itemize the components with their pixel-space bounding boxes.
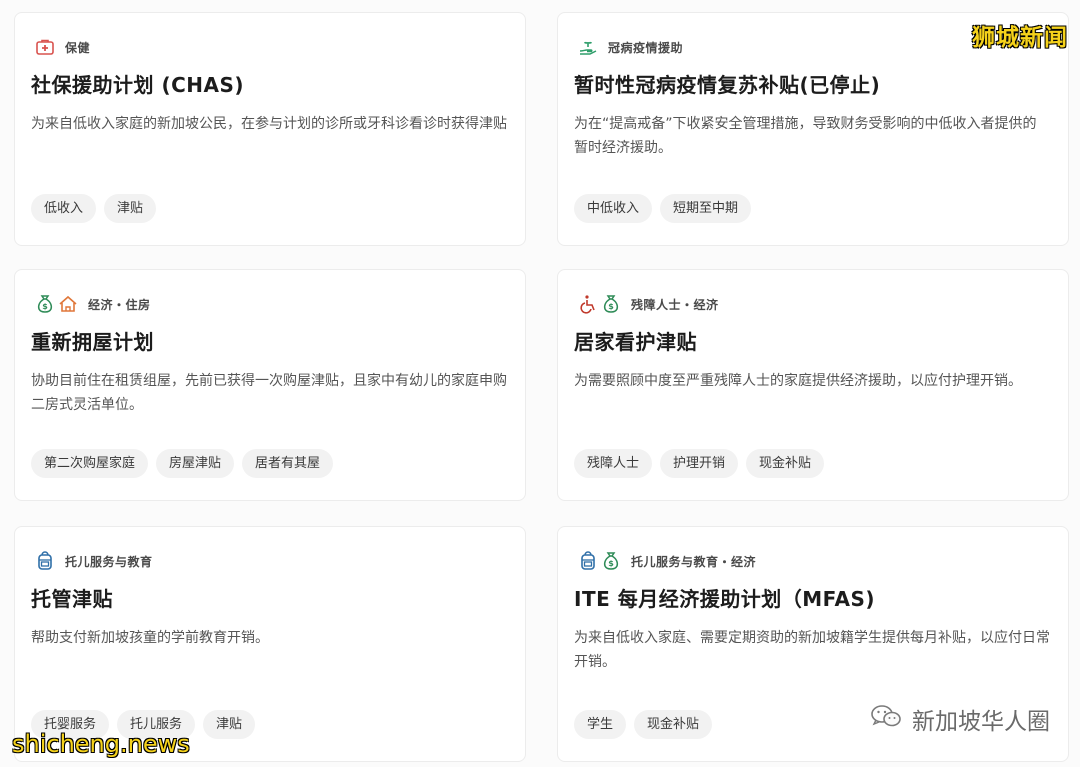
category-label: 残障人士・经济 [631, 297, 719, 312]
svg-text:$: $ [42, 302, 48, 311]
card-description: 为来自低收入家庭、需要定期资助的新加坡籍学生提供每月补贴，以应付日常开销。 [574, 630, 1050, 670]
tag[interactable]: 第二次购屋家庭 [31, 449, 149, 478]
card-title[interactable]: ITE 每月经济援助计划（MFAS) [574, 585, 1052, 613]
watermark-wechat: 新加坡华人圈 [870, 702, 1050, 736]
watermark-top-right: 狮城新闻 [972, 25, 1068, 51]
tag-list: 低收入 津贴 [31, 194, 157, 223]
tag[interactable]: 残障人士 [574, 449, 653, 478]
tag[interactable]: 中低收入 [574, 194, 653, 223]
tag-list: 中低收入 短期至中期 [574, 194, 752, 223]
scheme-card-chas[interactable]: 保健 社保援助计划 (CHAS) 为来自低收入家庭的新加坡公民，在参与计划的诊所… [14, 12, 526, 246]
tag[interactable]: 学生 [574, 710, 627, 739]
backpack-icon [35, 551, 55, 571]
tag[interactable]: 房屋津贴 [156, 449, 235, 478]
category-row: $ 经济・住房 [31, 292, 509, 316]
wechat-icon [870, 703, 902, 735]
category-label: 冠病疫情援助 [608, 40, 684, 55]
hand-plant-icon [578, 37, 598, 57]
card-description: 为需要照顾中度至严重残障人士的家庭提供经济援助，以应付护理开销。 [574, 373, 1022, 389]
backpack-icon [578, 551, 598, 571]
category-row: $ 托儿服务与教育・经济 [574, 549, 1052, 573]
card-title[interactable]: 重新拥屋计划 [31, 328, 509, 356]
category-row: 托儿服务与教育 [31, 549, 509, 573]
tag[interactable]: 居者有其屋 [242, 449, 334, 478]
scheme-card-fresh-start-housing[interactable]: $ 经济・住房 重新拥屋计划 协助目前住在租赁组屋，先前已获得一次购屋津贴，且家… [14, 269, 526, 501]
money-bag-icon: $ [35, 294, 55, 314]
tag[interactable]: 现金补贴 [634, 710, 713, 739]
tag[interactable]: 津贴 [104, 194, 157, 223]
card-title[interactable]: 托管津贴 [31, 585, 509, 613]
first-aid-kit-icon [35, 37, 55, 57]
tag[interactable]: 护理开销 [660, 449, 739, 478]
tag[interactable]: 低收入 [31, 194, 97, 223]
card-description: 帮助支付新加坡孩童的学前教育开销。 [31, 630, 269, 646]
tag[interactable]: 津贴 [203, 710, 256, 739]
card-description: 协助目前住在租赁组屋，先前已获得一次购屋津贴，且家中有幼儿的家庭申购二房式灵活单… [31, 373, 507, 413]
tag-list: 第二次购屋家庭 房屋津贴 居者有其屋 [31, 449, 334, 478]
category-label: 经济・住房 [88, 297, 151, 312]
card-title[interactable]: 居家看护津贴 [574, 328, 1052, 356]
tag-list: 学生 现金补贴 [574, 710, 713, 739]
card-description: 为在“提高戒备”下收紧安全管理措施，导致财务受影响的中低收入者提供的暂时经济援助… [574, 116, 1037, 156]
money-bag-icon: $ [601, 551, 621, 571]
wheelchair-icon [578, 294, 598, 314]
scheme-card-childcare-subsidy[interactable]: 托儿服务与教育 托管津贴 帮助支付新加坡孩童的学前教育开销。 托婴服务 托儿服务… [14, 526, 526, 762]
category-label: 保健 [65, 40, 91, 55]
wechat-account-name: 新加坡华人圈 [912, 709, 1050, 735]
watermark-bottom-left: shicheng.news [12, 730, 190, 758]
category-row: $ 残障人士・经济 [574, 292, 1052, 316]
card-title[interactable]: 暂时性冠病疫情复苏补贴(已停止) [574, 71, 1052, 99]
tag[interactable]: 现金补贴 [746, 449, 825, 478]
card-description: 为来自低收入家庭的新加坡公民，在参与计划的诊所或牙科诊看诊时获得津贴 [31, 116, 507, 132]
category-label: 托儿服务与教育 [65, 554, 153, 569]
house-icon [58, 294, 78, 314]
tag-list: 残障人士 护理开销 现金补贴 [574, 449, 825, 478]
category-label: 托儿服务与教育・经济 [631, 554, 757, 569]
category-row: 保健 [31, 35, 509, 59]
svg-text:$: $ [608, 559, 614, 568]
svg-text:$: $ [608, 302, 614, 311]
scheme-card-home-caregiving-grant[interactable]: $ 残障人士・经济 居家看护津贴 为需要照顾中度至严重残障人士的家庭提供经济援助… [557, 269, 1069, 501]
money-bag-icon: $ [601, 294, 621, 314]
card-title[interactable]: 社保援助计划 (CHAS) [31, 71, 509, 99]
tag[interactable]: 短期至中期 [660, 194, 752, 223]
